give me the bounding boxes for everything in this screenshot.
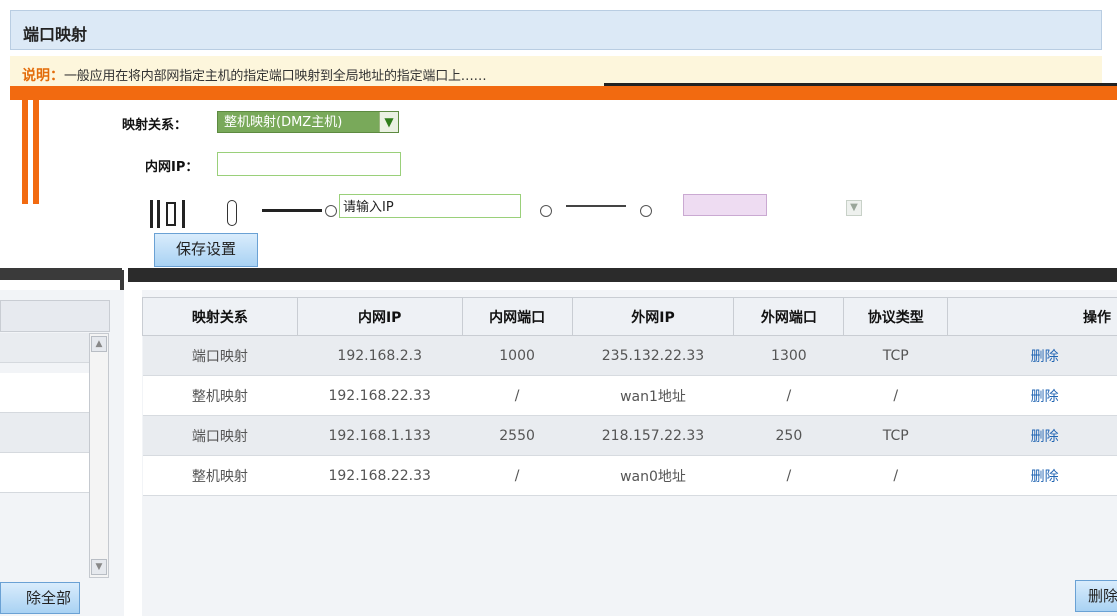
section-divider: [120, 270, 124, 290]
protocol-select-overlay[interactable]: [683, 194, 767, 216]
notice-text: 一般应用在将内部网指定主机的指定端口映射到全局地址的指定端口上……: [64, 69, 487, 84]
page-title: 端口映射: [23, 25, 88, 44]
delete-link[interactable]: 删除: [947, 455, 1117, 496]
cell-lan-port: 1000: [462, 335, 573, 376]
list-item[interactable]: [0, 413, 89, 453]
chevron-down-icon[interactable]: ▼: [91, 559, 107, 575]
cell-protocol: TCP: [843, 415, 948, 456]
table-row: 端口映射 192.168.1.133 2550 218.157.22.33 25…: [142, 415, 1117, 456]
table-header-row: 映射关系 内网IP 内网端口 外网IP 外网端口 协议类型 操作: [142, 297, 1117, 336]
divider: [182, 200, 185, 228]
orange-post: [22, 86, 28, 204]
list-item[interactable]: [0, 373, 89, 413]
delete-all-button[interactable]: 除全部: [0, 582, 80, 614]
divider: [166, 202, 176, 226]
cell-protocol: TCP: [843, 335, 948, 376]
list-item[interactable]: [0, 453, 89, 493]
list-item[interactable]: [0, 333, 89, 363]
cell-wan-port: 1300: [733, 335, 844, 376]
table-row: 端口映射 192.168.2.3 1000 235.132.22.33 1300…: [142, 335, 1117, 376]
scrollbar[interactable]: ▲ ▼: [89, 333, 109, 578]
ip-placeholder: 请输入IP: [343, 200, 394, 215]
cell-wan-ip: wan1地址: [572, 375, 734, 416]
page-header: 端口映射: [10, 10, 1102, 50]
cell-mapping-type: 端口映射: [142, 335, 298, 376]
cell-protocol: /: [843, 455, 948, 496]
cell-lan-port: 2550: [462, 415, 573, 456]
column-header: 内网端口: [461, 297, 573, 336]
cell-lan-ip: 192.168.22.33: [297, 455, 463, 496]
cell-wan-port: /: [733, 375, 844, 416]
cell-lan-ip: 192.168.2.3: [297, 335, 463, 376]
column-header: 协议类型: [843, 297, 949, 336]
lan-ip-input[interactable]: [217, 152, 401, 176]
mapping-table: 映射关系 内网IP 内网端口 外网IP 外网端口 协议类型 操作 端口映射 19…: [142, 297, 1117, 496]
delete-link[interactable]: 删除: [947, 375, 1117, 416]
divider: [150, 200, 153, 228]
cell-protocol: /: [843, 375, 948, 416]
left-panel-header: [0, 300, 110, 332]
delete-link[interactable]: 删除: [947, 335, 1117, 376]
radio-button[interactable]: [325, 205, 337, 217]
radio-button[interactable]: [640, 205, 652, 217]
table-row: 整机映射 192.168.22.33 / wan1地址 / / 删除: [142, 375, 1117, 416]
divider: [262, 209, 322, 212]
chevron-up-icon[interactable]: ▲: [91, 336, 107, 352]
cell-wan-port: /: [733, 455, 844, 496]
cell-wan-ip: 235.132.22.33: [572, 335, 734, 376]
lan-ip-label: 内网IP：: [145, 160, 199, 175]
orange-divider: [10, 86, 1117, 100]
column-header: 外网IP: [571, 297, 735, 336]
column-header: 映射关系: [142, 297, 298, 336]
cell-lan-port: /: [462, 375, 573, 416]
table-row: 整机映射 192.168.22.33 / wan0地址 / / 删除: [142, 455, 1117, 496]
mapping-select[interactable]: 整机映射(DMZ主机): [217, 111, 399, 133]
column-header: 外网端口: [733, 297, 845, 336]
divider: [566, 205, 626, 207]
cell-mapping-type: 整机映射: [142, 455, 298, 496]
cell-wan-port: 250: [733, 415, 844, 456]
cell-wan-ip: wan0地址: [572, 455, 734, 496]
notice-label: 说明：: [22, 68, 64, 84]
radio-button[interactable]: [540, 205, 552, 217]
delete-selected-button[interactable]: 删除: [1075, 580, 1117, 612]
radio-button[interactable]: [227, 200, 237, 226]
section-divider: [128, 268, 1117, 282]
cell-lan-ip: 192.168.1.133: [297, 415, 463, 456]
divider: [157, 200, 160, 228]
column-header: 操作: [947, 297, 1117, 336]
chevron-down-icon[interactable]: ▼: [379, 112, 398, 132]
mapping-label: 映射关系：: [122, 118, 188, 133]
list-item: [0, 493, 89, 578]
cell-wan-ip: 218.157.22.33: [572, 415, 734, 456]
cell-lan-port: /: [462, 455, 573, 496]
cell-mapping-type: 整机映射: [142, 375, 298, 416]
notice-strip: 说明： 一般应用在将内部网指定主机的指定端口映射到全局地址的指定端口上……: [10, 56, 1102, 86]
cell-lan-ip: 192.168.22.33: [297, 375, 463, 416]
section-divider: [0, 268, 122, 280]
orange-post: [33, 86, 39, 204]
save-button[interactable]: 保存设置: [154, 233, 258, 267]
chevron-down-icon[interactable]: ▼: [846, 200, 862, 216]
cell-mapping-type: 端口映射: [142, 415, 298, 456]
column-header: 内网IP: [296, 297, 463, 336]
delete-link[interactable]: 删除: [947, 415, 1117, 456]
